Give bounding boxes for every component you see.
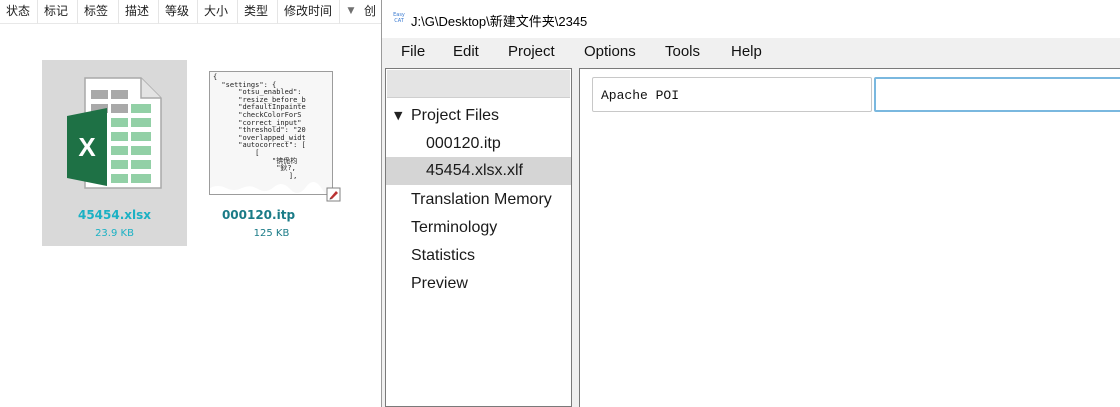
menu-edit[interactable]: Edit	[453, 43, 479, 60]
file-size-xlsx: 23.9 KB	[95, 228, 134, 239]
tree-item-translation-memory[interactable]: Translation Memory	[386, 186, 571, 214]
edit-overlay-icon	[326, 187, 341, 202]
tree-item-project-files[interactable]: ▼ Project Files	[386, 102, 571, 130]
json-document-thumbnail: { "settings": { "otsu_enabled": "resize_…	[209, 71, 333, 195]
menu-help[interactable]: Help	[731, 43, 762, 60]
file-item-xlsx[interactable]: X 45454.xlsx 23.9 KB	[42, 60, 187, 246]
torn-edge-decoration	[210, 182, 332, 194]
menu-options[interactable]: Options	[584, 43, 636, 60]
tree-label-project-files: Project Files	[411, 107, 500, 124]
thumbnail-text: { "settings": { "otsu_enabled": "resize_…	[213, 73, 306, 180]
svg-text:X: X	[78, 132, 96, 162]
tree-label-preview: Preview	[411, 275, 468, 292]
tree-item-preview[interactable]: Preview	[386, 270, 571, 298]
project-tree-panel: ▼ Project Files 000120.itp 45454.xlsx.xl…	[385, 68, 572, 407]
tree-item-terminology[interactable]: Terminology	[386, 214, 571, 242]
source-segment-text: Apache POI	[601, 88, 680, 103]
editor-panel: Apache POI	[579, 68, 1120, 407]
excel-file-icon: X	[67, 77, 162, 189]
file-size-itp: 125 KB	[253, 228, 290, 239]
column-dropdown-icon[interactable]: ▼	[340, 0, 362, 24]
column-type[interactable]: 类型	[238, 0, 278, 24]
app-logo-icon: Easy CAT	[393, 12, 405, 24]
column-status[interactable]: 状态	[0, 0, 38, 24]
column-description[interactable]: 描述	[119, 0, 159, 24]
expand-triangle-icon[interactable]: ▼	[394, 109, 402, 122]
title-bar[interactable]: Easy CAT J:\G\Desktop\新建文件夹\2345	[382, 0, 1120, 38]
tree-label-statistics: Statistics	[411, 247, 476, 264]
menu-bar: File Edit Project Options Tools Help	[382, 38, 1120, 66]
column-tags[interactable]: 标签	[78, 0, 119, 24]
column-mark[interactable]: 标记	[38, 0, 78, 24]
tree-item-file[interactable]: 000120.itp	[386, 130, 571, 158]
file-name-xlsx: 45454.xlsx	[77, 208, 152, 222]
tree-label-file: 45454.xlsx.xlf	[426, 162, 523, 179]
window-title: J:\G\Desktop\新建文件夹\2345	[411, 14, 588, 29]
tree-item-statistics[interactable]: Statistics	[386, 242, 571, 270]
screen: 状态 标记 标签 描述 等级 大小 类型 修改时间 ▼ 创 X 45454.xl…	[0, 0, 1120, 407]
menu-project[interactable]: Project	[508, 43, 555, 60]
column-modified-time[interactable]: 修改时间	[278, 0, 340, 24]
column-size[interactable]: 大小	[198, 0, 238, 24]
file-name-itp: 000120.itp	[221, 208, 296, 222]
panel-splitter[interactable]	[572, 68, 579, 407]
tree-label-translation-memory: Translation Memory	[411, 191, 552, 208]
tree-label-terminology: Terminology	[411, 219, 498, 236]
target-segment-input[interactable]	[874, 77, 1120, 112]
app-window: Easy CAT J:\G\Desktop\新建文件夹\2345 File Ed…	[381, 0, 1120, 407]
source-segment-field[interactable]: Apache POI	[592, 77, 872, 112]
menu-tools[interactable]: Tools	[665, 43, 700, 60]
tree-item-file-selected[interactable]: 45454.xlsx.xlf	[386, 157, 571, 185]
tree-label-file: 000120.itp	[426, 135, 501, 152]
column-rating[interactable]: 等级	[159, 0, 198, 24]
tree-panel-header	[387, 70, 570, 98]
menu-file[interactable]: File	[401, 43, 425, 60]
